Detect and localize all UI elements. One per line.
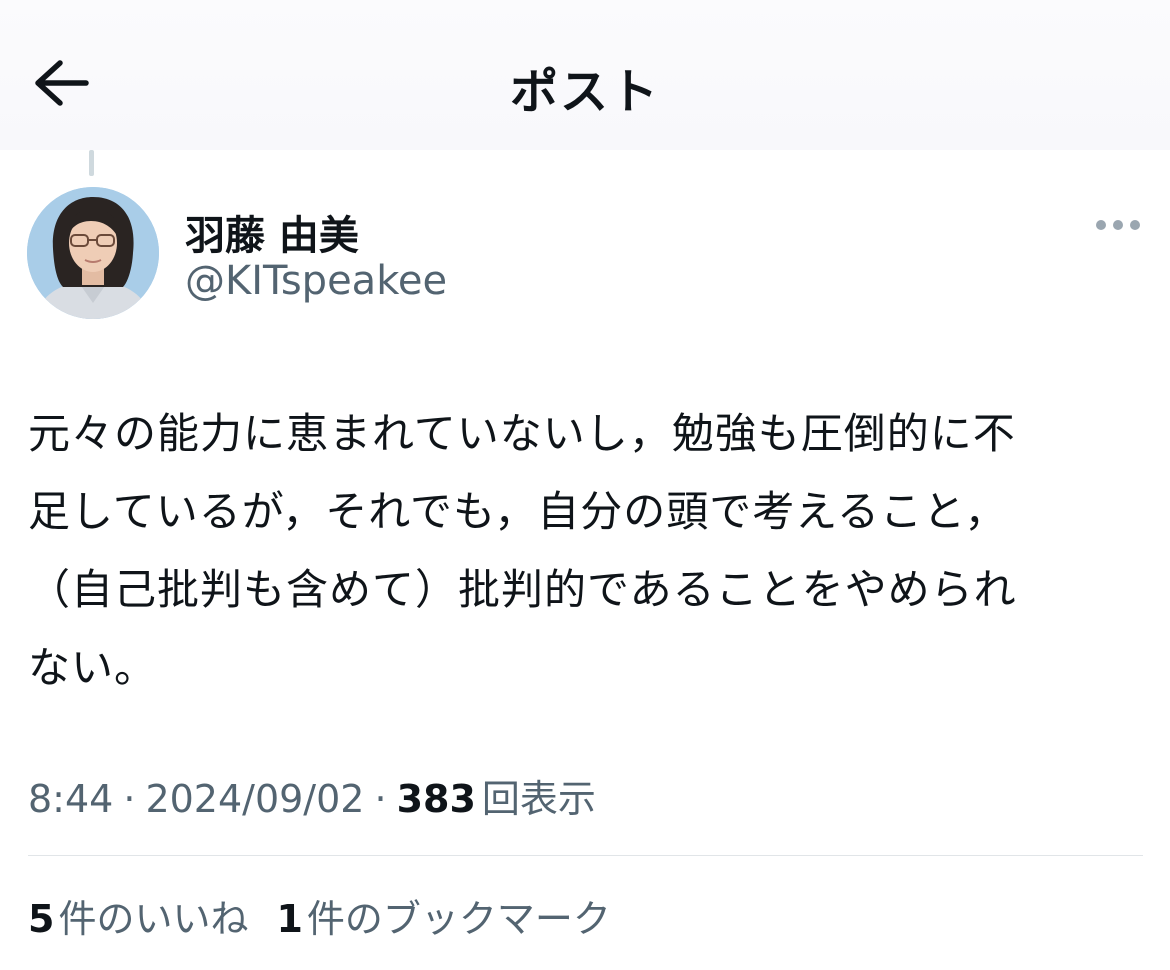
bookmarks-count: 1 bbox=[276, 897, 303, 941]
meta-separator: · bbox=[123, 777, 136, 821]
more-dots-icon bbox=[1096, 220, 1140, 230]
views-count[interactable]: 383 bbox=[397, 777, 476, 821]
likes-count: 5 bbox=[28, 897, 55, 941]
post-time[interactable]: 8:44 bbox=[28, 777, 113, 821]
author-handle[interactable]: @KITspeakee bbox=[185, 258, 447, 304]
author-display-name[interactable]: 羽藤 由美 bbox=[185, 203, 359, 261]
page-title: ポスト bbox=[509, 64, 660, 120]
views-label[interactable]: 回表示 bbox=[482, 768, 596, 823]
avatar[interactable] bbox=[27, 187, 159, 319]
post-meta: 8:44 · 2024/09/02 · 383 回表示 bbox=[28, 768, 596, 823]
thread-connector bbox=[89, 150, 94, 176]
post-date[interactable]: 2024/09/02 bbox=[145, 777, 364, 821]
top-bar: ポスト bbox=[0, 0, 1170, 150]
engagement-stats: 5 件のいいね 1 件のブックマーク bbox=[28, 888, 611, 943]
more-options-button[interactable] bbox=[1090, 210, 1146, 240]
post-detail-screen: ポスト 羽藤 由美 @KITspeakee 元々の能力に恵まれていないし，勉強も… bbox=[0, 0, 1170, 970]
divider bbox=[28, 855, 1143, 856]
likes-label: 件のいいね bbox=[58, 897, 249, 941]
post-text: 元々の能力に恵まれていないし，勉強も圧倒的に不 足しているが，それでも，自分の頭… bbox=[28, 409, 1017, 692]
bookmarks-label: 件のブックマーク bbox=[306, 897, 611, 941]
avatar-photo bbox=[27, 187, 159, 319]
meta-separator: · bbox=[374, 777, 387, 821]
likes-stat[interactable]: 5 件のいいね bbox=[28, 888, 248, 943]
bookmarks-stat[interactable]: 1 件のブックマーク bbox=[276, 888, 610, 943]
